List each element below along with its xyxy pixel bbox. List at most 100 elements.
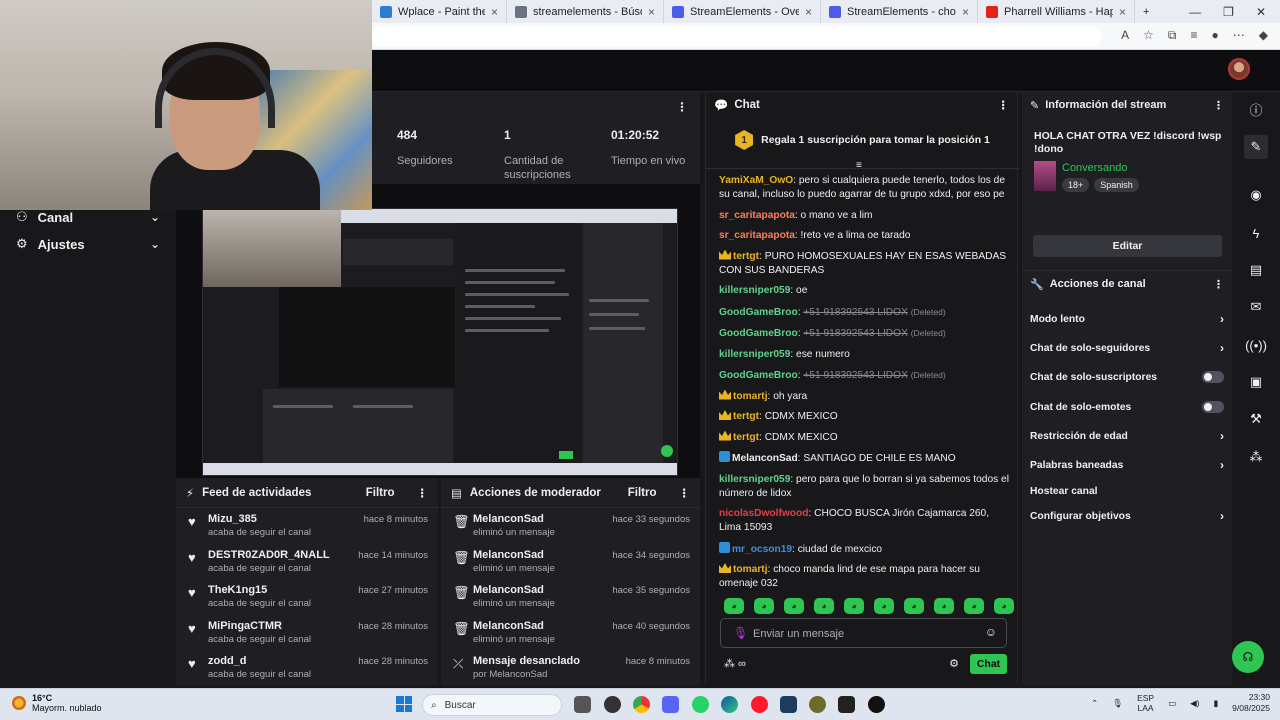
battery-icon[interactable]: ▮	[1213, 698, 1218, 709]
chat-username[interactable]: killersniper059	[719, 285, 790, 296]
chevron-up-icon[interactable]: ⌃	[1091, 698, 1098, 709]
list-item[interactable]: ♥ TheK1ng15 acaba de seguir el canal hace 2…	[176, 579, 438, 615]
emote-icon[interactable]: ◕	[994, 598, 1014, 614]
chat-message[interactable]: GoodGameBroo: +51 918392543 LIDOX (Delet…	[719, 305, 1009, 320]
channel-action-item[interactable]: Hostear canal	[1030, 481, 1224, 501]
emote-icon[interactable]: ◕	[784, 598, 804, 614]
chat-message[interactable]: tomartj: choco manda lind de ese mapa pa…	[719, 563, 1009, 591]
document-icon[interactable]: ▤	[1244, 258, 1268, 282]
profile-icon[interactable]: ●	[1212, 28, 1219, 43]
list-item[interactable]: 🗑 MelanconSad eliminó un mensaje hace 34 se…	[441, 544, 700, 580]
microphone-icon[interactable]: 🎙	[733, 626, 748, 640]
emote-icon[interactable]: ◕	[934, 598, 954, 614]
filter-button[interactable]: Filtro	[628, 487, 657, 499]
collections-icon[interactable]: ≡	[1191, 28, 1198, 43]
browser-tab[interactable]: Pharrell Williams - Happy (Video ×	[978, 0, 1135, 23]
channel-action-item[interactable]: Chat de solo-emotes	[1030, 397, 1224, 417]
points-icon[interactable]: ⁂ ∞	[724, 657, 746, 670]
stream-preview[interactable]	[176, 184, 700, 478]
clock[interactable]: 23:30 9/08/2025	[1232, 692, 1270, 714]
app-icon[interactable]	[868, 696, 885, 713]
list-item[interactable]: ♥ MiPingaCTMR acaba de seguir el canal hace…	[176, 615, 438, 651]
copilot-icon[interactable]: ◆	[1259, 28, 1268, 43]
gear-icon[interactable]: ⚙	[949, 657, 959, 670]
browser-tab[interactable]: StreamElements - Overlays ×	[664, 0, 821, 23]
list-item[interactable]: 🗑 MelanconSad eliminó un mensaje hace 33 se…	[441, 508, 700, 544]
channel-action-item[interactable]: Chat de solo-suscriptores	[1030, 367, 1224, 387]
chat-message[interactable]: killersniper059: ese numero	[719, 348, 1009, 362]
chat-username[interactable]: tomartj	[733, 564, 768, 575]
broadcast-icon[interactable]: ((•))	[1244, 333, 1268, 357]
restore-icon[interactable]: ❐	[1223, 5, 1234, 19]
drag-handle-icon[interactable]: ≡	[856, 160, 862, 171]
browser-tab[interactable]: streamelements - Búsqueda ×	[507, 0, 664, 23]
browser-tab[interactable]: StreamElements - chocolate032 ×	[821, 0, 978, 23]
chat-username[interactable]: GoodGameBroo	[719, 370, 798, 381]
wrench-icon[interactable]: ⚒	[1244, 407, 1268, 431]
list-item[interactable]: 🗑 MelanconSad eliminó un mensaje hace 40 se…	[441, 615, 700, 651]
chat-message[interactable]: tertgt: PURO HOMOSEXUALES HAY EN ESAS WE…	[719, 249, 1009, 278]
close-icon[interactable]: ×	[1119, 5, 1126, 19]
emote-icon[interactable]: ◕	[964, 598, 984, 614]
more-options-icon[interactable]: ⋮	[998, 98, 1010, 112]
chat-message[interactable]: mr_ocson19: ciudad de mexcico	[719, 541, 1009, 557]
list-item[interactable]: ♥ zodd_d acaba de seguir el canal hace 28 m…	[176, 650, 438, 685]
pencil-icon[interactable]: ✎	[1244, 135, 1268, 159]
chat-input[interactable]	[753, 625, 973, 643]
url-field[interactable]	[372, 26, 1102, 47]
emote-icon[interactable]: ◕	[814, 598, 834, 614]
close-icon[interactable]: ×	[805, 5, 812, 19]
emote-icon[interactable]: ◕	[754, 598, 774, 614]
chat-username[interactable]: tertgt	[733, 251, 759, 262]
chat-username[interactable]: YamiXaM_OwO	[719, 175, 793, 186]
microphone-icon[interactable]: 🎙	[1112, 698, 1123, 709]
list-item[interactable]: 🗑 MelanconSad eliminó un mensaje hace 35 se…	[441, 579, 700, 615]
toggle-switch[interactable]	[1202, 401, 1224, 413]
avatar[interactable]	[1228, 58, 1250, 80]
task-view-icon[interactable]	[574, 696, 591, 713]
network-icon[interactable]: ▭	[1168, 698, 1176, 709]
app-icon[interactable]	[809, 696, 826, 713]
more-options-icon[interactable]: ⋮	[676, 100, 688, 114]
emote-icon[interactable]: ◕	[874, 598, 894, 614]
browser-tab[interactable]: Wplace - Paint the world ×	[372, 0, 507, 23]
chat-username[interactable]: tomartj	[733, 391, 768, 402]
chat-message[interactable]: sr_caritapapota: !reto ve a lima oe tara…	[719, 229, 1009, 243]
minimize-icon[interactable]: —	[1189, 5, 1201, 19]
volume-icon[interactable]: ◀)	[1190, 698, 1199, 709]
favorite-star-icon[interactable]: ☆	[1143, 28, 1154, 43]
close-icon[interactable]: ×	[962, 5, 969, 19]
chat-send-button[interactable]: Chat	[970, 654, 1007, 674]
opera-icon[interactable]	[751, 696, 768, 713]
stream-preview-video[interactable]	[202, 208, 678, 476]
github-icon[interactable]	[604, 696, 621, 713]
start-button[interactable]	[396, 696, 412, 712]
channel-action-item[interactable]: Modo lento ›	[1030, 309, 1224, 329]
emote-icon[interactable]: ◕	[844, 598, 864, 614]
chat-message[interactable]: GoodGameBroo: +51 918392543 LIDOX (Delet…	[719, 368, 1009, 383]
chat-username[interactable]: sr_caritapapota	[719, 210, 795, 221]
chat-username[interactable]: tertgt	[733, 432, 759, 443]
chat-username[interactable]: killersniper059	[719, 349, 790, 360]
chat-icon[interactable]: ✉	[1244, 295, 1268, 319]
weather-widget[interactable]: 16°C Mayorm. nublado	[12, 693, 102, 713]
pinned-banner[interactable]: 1 Regala 1 suscripción para tomar la pos…	[706, 120, 1019, 160]
chat-message[interactable]: YamiXaM_OwO: pero si cualquiera puede te…	[719, 174, 1009, 202]
taskbar-search[interactable]: ⌕ Buscar	[422, 694, 562, 716]
chat-username[interactable]: mr_ocson19	[732, 544, 792, 555]
language-indicator[interactable]: ESP LAA	[1137, 693, 1154, 713]
chat-input-box[interactable]: 🎙 ☺	[720, 618, 1007, 648]
list-item[interactable]: ♥ Mizu_385 acaba de seguir el canal hace 8 …	[176, 508, 438, 544]
close-icon[interactable]: ×	[491, 5, 498, 19]
channel-action-item[interactable]: Palabras baneadas ›	[1030, 455, 1224, 475]
channel-action-item[interactable]: Configurar objetivos ›	[1030, 506, 1224, 526]
emoji-icon[interactable]: ☺	[985, 625, 997, 639]
channel-action-item[interactable]: Restricción de edad ›	[1030, 426, 1224, 446]
close-icon[interactable]: ×	[648, 5, 655, 19]
new-tab-button[interactable]: +	[1135, 0, 1157, 23]
chat-message[interactable]: tertgt: CDMX MEXICO	[719, 410, 1009, 424]
more-options-icon[interactable]: ⋮	[679, 486, 691, 500]
chat-username[interactable]: killersniper059	[719, 474, 790, 485]
chat-username[interactable]: MelanconSad	[732, 453, 798, 464]
list-item[interactable]: ♥ DESTR0ZAD0R_4NALL acaba de seguir el can…	[176, 544, 438, 580]
